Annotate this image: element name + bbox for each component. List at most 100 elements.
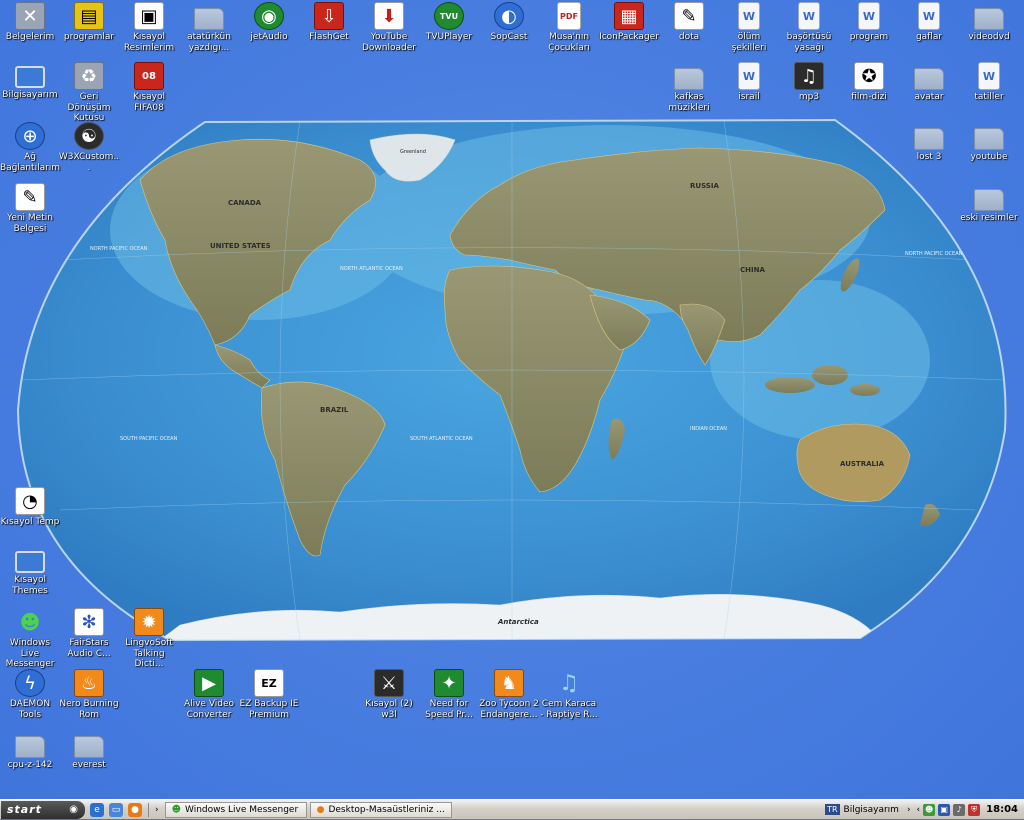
- desktop-icon-daemon[interactable]: ϟ DAEMON Tools: [0, 669, 60, 720]
- flashget-icon: ⇩: [314, 2, 344, 30]
- map-label-usa: UNITED STATES: [210, 242, 271, 250]
- icon-label: dota: [678, 32, 700, 42]
- icon-label: Kısayol Themes: [12, 575, 48, 596]
- network-connections-icon: ⊕: [15, 122, 45, 150]
- icon-label: tatiller: [974, 92, 1004, 102]
- icon-label: kafkas müzikleri: [668, 92, 710, 113]
- desktop-icon-youtube-downloader[interactable]: ⬇ YouTube Downloader: [359, 2, 419, 53]
- desktop-icon-avatar[interactable]: avatar: [899, 62, 959, 103]
- desktop-icon-cem[interactable]: ♫ Cem Karaca - Raptiye R...: [539, 669, 599, 720]
- desktop-icon-kisayol-temp[interactable]: ◔ Kısayol Temp: [0, 487, 60, 528]
- quicklaunch-firefox-icon[interactable]: ●: [128, 802, 142, 817]
- desktop-icon-kisayol-themes[interactable]: Kısayol Themes: [0, 547, 60, 596]
- desktop-icon-lingvosoft[interactable]: ✹ LingvoSoft Talking Dicti...: [119, 608, 179, 670]
- temp-folder-shortcut-icon: ◔: [15, 487, 45, 515]
- desktop-icon-programlar[interactable]: ▤ programlar: [59, 2, 119, 43]
- map-label-north-atlantic: NORTH ATLANTIC OCEAN: [340, 266, 403, 272]
- icon-label: W3XCustom...: [58, 152, 120, 173]
- word-document-icon: W: [918, 2, 940, 30]
- start-button[interactable]: start ◉: [1, 800, 85, 819]
- task-label: Desktop-Masaüstleriniz ...: [328, 804, 445, 815]
- desktop-icon-dota[interactable]: ✎ dota: [659, 2, 719, 43]
- icon-label: lost 3: [916, 152, 942, 162]
- tray-volume-icon[interactable]: ♪: [953, 803, 966, 816]
- desktop-icon-olum[interactable]: W ölüm şekilleri: [719, 2, 779, 53]
- desktop-icon-videodvd[interactable]: videodvd: [959, 2, 1019, 43]
- desktop-icon-gaflar[interactable]: W gaflar: [899, 2, 959, 43]
- desktop-icon-ataturkun[interactable]: atatürkün yazdıgı...: [179, 2, 239, 53]
- desktop-icon-kisayol-resimlerim[interactable]: ▣ Kısayol Resimlerim: [119, 2, 179, 53]
- desktop-icon-nfs[interactable]: ✦ Need for Speed Pr...: [419, 669, 479, 720]
- pdf-icon: PDF: [557, 2, 581, 30]
- desktop: CANADA UNITED STATES RUSSIA CHINA BRAZIL…: [0, 0, 1024, 799]
- need-for-speed-icon: ✦: [434, 669, 464, 697]
- desktop-icon-kisayol-w3l[interactable]: ⚔ Kısayol (2) w3l: [359, 669, 419, 720]
- daemon-tools-icon: ϟ: [15, 669, 45, 697]
- icon-label: videodvd: [968, 32, 1010, 42]
- tray-messenger-icon[interactable]: ☻: [923, 803, 936, 816]
- quicklaunch-ie-icon[interactable]: e: [90, 802, 104, 817]
- tray-expand-icon[interactable]: ‹: [917, 805, 921, 815]
- word-document-icon: W: [738, 62, 760, 90]
- tray-network-icon[interactable]: ▣: [938, 803, 951, 816]
- desktop-icon-geri-donusum[interactable]: ♻ Geri Dönüşüm Kutusu: [59, 62, 119, 124]
- desktop-icon-yeni-metin[interactable]: ✎ Yeni Metin Belgesi: [0, 183, 60, 234]
- taskbar: start ◉ e ▭ ● › ☻ Windows Live Messenger…: [0, 799, 1024, 819]
- toolbar-chevron-icon[interactable]: ›: [907, 805, 911, 815]
- quicklaunch-show-desktop-icon[interactable]: ▭: [109, 802, 123, 817]
- word-document-icon: W: [798, 2, 820, 30]
- desktop-icon-tvuplayer[interactable]: TVU TVUPlayer: [419, 2, 479, 43]
- desktop-icon-nero[interactable]: ♨ Nero Burning Rom: [59, 669, 119, 720]
- desktop-icon-jetaudio[interactable]: ◉ jetAudio: [239, 2, 299, 43]
- desktop-icon-youtube[interactable]: youtube: [959, 122, 1019, 163]
- desktop-icon-fairstars[interactable]: ✻ FairStars Audio C...: [59, 608, 119, 659]
- desktop-icon-everest[interactable]: everest: [59, 730, 119, 771]
- icon-label: israil: [738, 92, 760, 102]
- desktop-icon-film-dizi[interactable]: ✪ film-dizi: [839, 62, 899, 103]
- desktop-icon-lost3[interactable]: lost 3: [899, 122, 959, 163]
- map-label-china: CHINA: [740, 266, 765, 274]
- desktop-icon-israil[interactable]: W israil: [719, 62, 779, 103]
- desktop-icon-sopcast[interactable]: ◐ SopCast: [479, 2, 539, 43]
- desktop-icon-wlm[interactable]: ☻ Windows Live Messenger: [0, 608, 60, 670]
- quicklaunch-chevron-icon[interactable]: ›: [155, 805, 159, 815]
- my-computer-icon: [15, 66, 45, 88]
- desktop-icon-cpuz[interactable]: cpu-z-142: [0, 730, 60, 771]
- desktop-icon-kisayol-fifa[interactable]: 08 Kısayol FIFA08: [119, 62, 179, 113]
- clock[interactable]: 18:04: [986, 804, 1018, 815]
- desktop-icon-bilgisayarim[interactable]: Bilgisayarım: [0, 62, 60, 101]
- folder-icon: [74, 736, 104, 758]
- desktop-icon-tatiller[interactable]: W tatiller: [959, 62, 1019, 103]
- start-orb-icon: ◉: [69, 804, 79, 815]
- desktop-icon-musa[interactable]: PDF Musa'nın Çocukları: [539, 2, 599, 53]
- desktop-icon-zoo[interactable]: ♞ Zoo Tycoon 2 Endangere...: [479, 669, 539, 720]
- desktop-icon-belgelerim[interactable]: ✕ Belgelerim: [0, 2, 60, 43]
- map-label-north-pacific-east: NORTH PACIFIC OCEAN: [905, 251, 963, 257]
- desktop-icon-flashget[interactable]: ⇩ FlashGet: [299, 2, 359, 43]
- desktop-icon-kafkas[interactable]: kafkas müzikleri: [659, 62, 719, 113]
- icon-label: SopCast: [490, 32, 528, 42]
- desktop-icon-ezbackup[interactable]: EZ EZ Backup IE Premium: [239, 669, 299, 720]
- desktop-icon-eski-resimler[interactable]: eski resimler: [959, 183, 1019, 224]
- map-label-russia: RUSSIA: [690, 182, 719, 190]
- desktop-icon-ag-baglantilari[interactable]: ⊕ Ağ Bağlantılarım: [0, 122, 60, 173]
- taskbar-button-messenger[interactable]: ☻ Windows Live Messenger: [164, 801, 307, 818]
- map-label-north-pacific-west: NORTH PACIFIC OCEAN: [90, 246, 148, 252]
- language-indicator[interactable]: TR: [825, 804, 840, 815]
- taskbar-button-desktop-masaustleriniz[interactable]: ● Desktop-Masaüstleriniz ...: [309, 801, 452, 818]
- icon-label: YouTube Downloader: [362, 32, 416, 53]
- my-computer-toolbar[interactable]: Bilgisayarım: [844, 805, 899, 815]
- desktop-icon-w3x[interactable]: ☯ W3XCustom...: [59, 122, 119, 173]
- desktop-icon-program[interactable]: W program: [839, 2, 899, 43]
- tray-security-icon[interactable]: ⛨: [968, 803, 981, 816]
- desktop-icon-iconpackager[interactable]: ▦ IconPackager: [599, 2, 659, 43]
- zoo-tycoon-icon: ♞: [494, 669, 524, 697]
- themes-shortcut-icon: [15, 551, 45, 573]
- desktop-icon-alive[interactable]: ▶ Alive Video Converter: [179, 669, 239, 720]
- desktop-icon-mp3[interactable]: ♫ mp3: [779, 62, 839, 103]
- icon-label: TVUPlayer: [425, 32, 473, 42]
- icon-label: IconPackager: [599, 32, 659, 42]
- desktop-icon-basortusu[interactable]: W başörtüsü yasağı: [779, 2, 839, 53]
- icon-label: Kısayol Temp: [0, 517, 60, 527]
- icon-label: Kısayol (2) w3l: [365, 699, 413, 720]
